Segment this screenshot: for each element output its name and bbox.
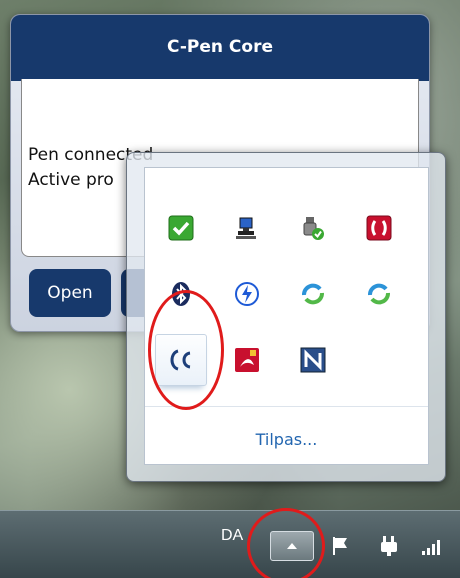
action-center-flag-icon[interactable]	[326, 531, 356, 561]
security-check-icon[interactable]	[155, 202, 207, 254]
usb-device-icon[interactable]	[287, 202, 339, 254]
customize-link[interactable]: Tilpas...	[145, 430, 428, 449]
tray-divider	[145, 406, 428, 407]
adobe-updater-icon[interactable]	[353, 202, 405, 254]
language-indicator[interactable]: DA	[221, 527, 243, 545]
cpen-icon[interactable]	[155, 334, 207, 386]
sync-icon[interactable]	[353, 268, 405, 320]
network-computer-icon[interactable]	[221, 202, 273, 254]
tray-icon-grid	[151, 194, 421, 402]
chevron-up-icon	[287, 543, 297, 549]
taskbar: DA	[0, 510, 460, 578]
notification-overflow-popup: Tilpas...	[126, 152, 446, 482]
nero-icon[interactable]	[287, 334, 339, 386]
intel-rapid-storage-icon[interactable]	[221, 268, 273, 320]
show-hidden-icons-button[interactable]	[270, 531, 314, 561]
bluetooth-icon[interactable]	[155, 268, 207, 320]
window-title: C-Pen Core	[11, 15, 429, 81]
overflow-icon-panel: Tilpas...	[144, 167, 429, 465]
open-button[interactable]: Open	[29, 269, 111, 317]
power-icon[interactable]	[374, 531, 404, 561]
network-signal-icon[interactable]	[418, 531, 448, 561]
acrobat-icon[interactable]	[221, 334, 273, 386]
sync-icon[interactable]	[287, 268, 339, 320]
